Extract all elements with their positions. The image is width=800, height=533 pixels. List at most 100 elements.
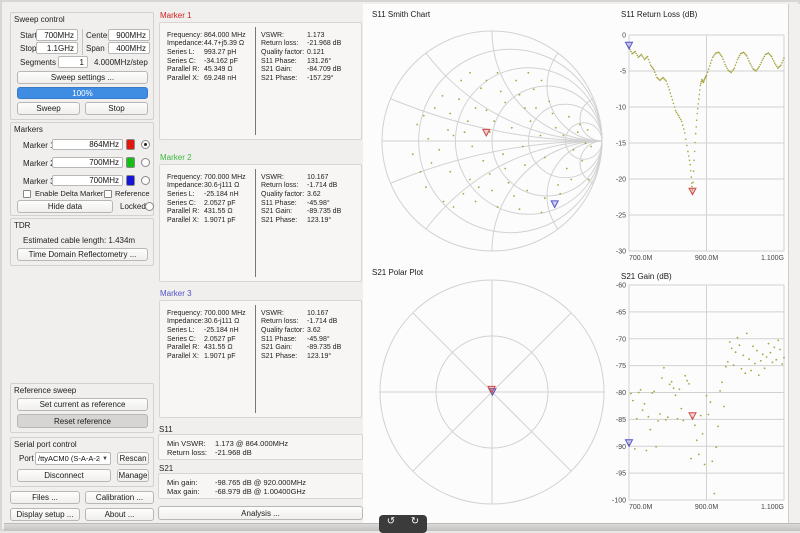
chevron-down-icon[interactable]: ▼ [99,456,110,462]
s11-smith-chart[interactable] [365,4,623,266]
marker-2-frequency-input[interactable]: 700MHz [52,157,123,168]
field-row: Impedance:44.7+j5.39 Ω [167,40,255,49]
bottom-toolbar[interactable]: ↺ ↻ [379,515,427,533]
segments-label: Segments [20,58,56,67]
field-row: Max gain:-68.979 dB @ 1.00400GHz [167,487,362,496]
s11-summary-title: S11 [159,425,173,434]
port-combo-value: /ttyACM0 (S-A-A-2) [36,454,99,463]
marker-3-panel: Frequency:700.000 MHzImpedance:30.6-j111… [159,300,362,418]
undo-icon[interactable]: ↺ [387,516,395,528]
svg-text:700.0M: 700.0M [629,504,653,511]
panel-divider [255,169,256,277]
disconnect-button[interactable]: Disconnect [17,469,111,482]
s21-gain-chart[interactable]: -60-65-70-75-80-85-90-95-100700.0M900.0M… [610,266,790,524]
field-row: S21 Gain:-89.735 dB [261,207,341,216]
svg-text:1.100G: 1.100G [761,255,784,262]
marker-1-frequency-input[interactable]: 864MHz [52,139,123,150]
stop-button[interactable]: Stop [85,102,148,115]
reset-reference-button[interactable]: Reset reference [17,414,148,428]
field-row: S11 Phase:-45.98° [261,199,341,208]
s21-summary-title: S21 [159,464,173,473]
marker-1-radio[interactable] [141,140,150,149]
redo-icon[interactable]: ↻ [411,516,419,528]
svg-text:900.0M: 900.0M [695,255,719,262]
files-button[interactable]: Files ... [10,491,80,504]
set-reference-button[interactable]: Set current as reference [17,398,148,411]
display-setup-button[interactable]: Display setup ... [10,508,80,521]
calibration-button[interactable]: Calibration ... [85,491,154,504]
panel-divider [255,27,256,135]
field-row: Series L:993.27 pH [167,48,255,57]
sweep-control-title: Sweep control [14,15,65,24]
panel-divider [255,305,256,413]
sweep-control-group: Sweep control Start 700MHz Center 900MHz… [10,12,154,120]
field-row: Parallel R:45.349 Ω [167,65,255,74]
center-input[interactable]: 900MHz [108,29,150,41]
hide-data-button[interactable]: Hide data [17,200,113,213]
field-row: Parallel R:431.55 Ω [167,207,255,216]
port-label: Port [19,454,34,463]
start-input[interactable]: 700MHz [36,29,78,41]
svg-text:-100: -100 [612,498,626,505]
field-row: Return loss:-21.968 dB [261,40,341,49]
field-row: S21 Phase:123.19° [261,352,341,361]
field-row: Parallel X:1.9071 pF [167,216,255,225]
tdr-button[interactable]: Time Domain Reflectometry ... [17,248,148,261]
field-row: Series C:2.0527 pF [167,335,255,344]
svg-text:-70: -70 [616,336,626,343]
manage-button[interactable]: Manage [117,469,149,482]
segments-input[interactable]: 1 [58,56,88,68]
marker-1-panel-title: Marker 1 [160,11,192,20]
marker-1-panel: Frequency:864.000 MHzImpedance:44.7+j5.3… [159,22,362,140]
sweep-button[interactable]: Sweep [17,102,80,115]
field-row: S21 Phase:-157.29° [261,74,341,83]
marker-2-radio[interactable] [141,158,150,167]
field-row: Series L:-25.184 nH [167,190,255,199]
marker-1-label: Marker 1 [23,141,55,150]
locked-radio[interactable] [145,202,154,211]
field-row: S21 Gain:-84.709 dB [261,65,341,74]
field-row: Parallel X:1.9071 pF [167,352,255,361]
svg-text:-15: -15 [616,141,626,148]
marker-3-radio[interactable] [141,176,150,185]
field-row: Frequency:700.000 MHz [167,309,255,318]
field-row: Series C:-34.162 pF [167,57,255,66]
markers-group: Markers Marker 1 864MHz Marker 2 700MHz … [10,122,154,216]
marker-3-label: Marker 3 [23,177,55,186]
locked-label: Locked [120,202,146,211]
marker-3-color-swatch[interactable] [126,175,135,186]
svg-text:900.0M: 900.0M [695,504,719,511]
field-row: Parallel X:69.248 nH [167,74,255,83]
rescan-button[interactable]: Rescan [117,452,149,465]
stop-input[interactable]: 1.1GHz [36,42,78,54]
marker-3-panel-title: Marker 3 [160,289,192,298]
port-combo[interactable]: /ttyACM0 (S-A-A-2) ▼ [35,452,111,465]
svg-text:-10: -10 [616,105,626,112]
stop-label: Stop [20,44,36,53]
delta-marker-checkbox[interactable] [23,190,31,198]
delta-marker-label: Enable Delta Marker [35,189,103,198]
reference-checkbox[interactable] [104,190,112,198]
sweep-divider [82,29,83,55]
marker-2-panel-title: Marker 2 [160,153,192,162]
svg-text:-25: -25 [616,213,626,220]
marker-1-color-swatch[interactable] [126,139,135,150]
analysis-button[interactable]: Analysis ... [158,506,363,520]
field-row: Parallel R:431.55 Ω [167,343,255,352]
s11-return-loss-chart[interactable]: 0-5-10-15-20-25-30700.0M900.0M1.100G [610,4,790,266]
progress-label: 100% [72,89,92,98]
marker-2-color-swatch[interactable] [126,157,135,168]
svg-text:700.0M: 700.0M [629,255,653,262]
field-row: S21 Gain:-89.735 dB [261,343,341,352]
marker-3-frequency-input[interactable]: 700MHz [52,175,123,186]
s21-polar-plot[interactable] [365,266,623,524]
field-row: Quality factor:3.62 [261,190,341,199]
svg-text:0: 0 [622,33,626,40]
sweep-settings-button[interactable]: Sweep settings ... [17,71,148,84]
span-input[interactable]: 400MHz [108,42,150,54]
start-label: Start [20,31,37,40]
about-button[interactable]: About ... [85,508,154,521]
field-row: S21 Phase:123.19° [261,216,341,225]
tdr-group: TDR Estimated cable length: 1.434m Time … [10,218,154,266]
svg-text:-75: -75 [616,363,626,370]
